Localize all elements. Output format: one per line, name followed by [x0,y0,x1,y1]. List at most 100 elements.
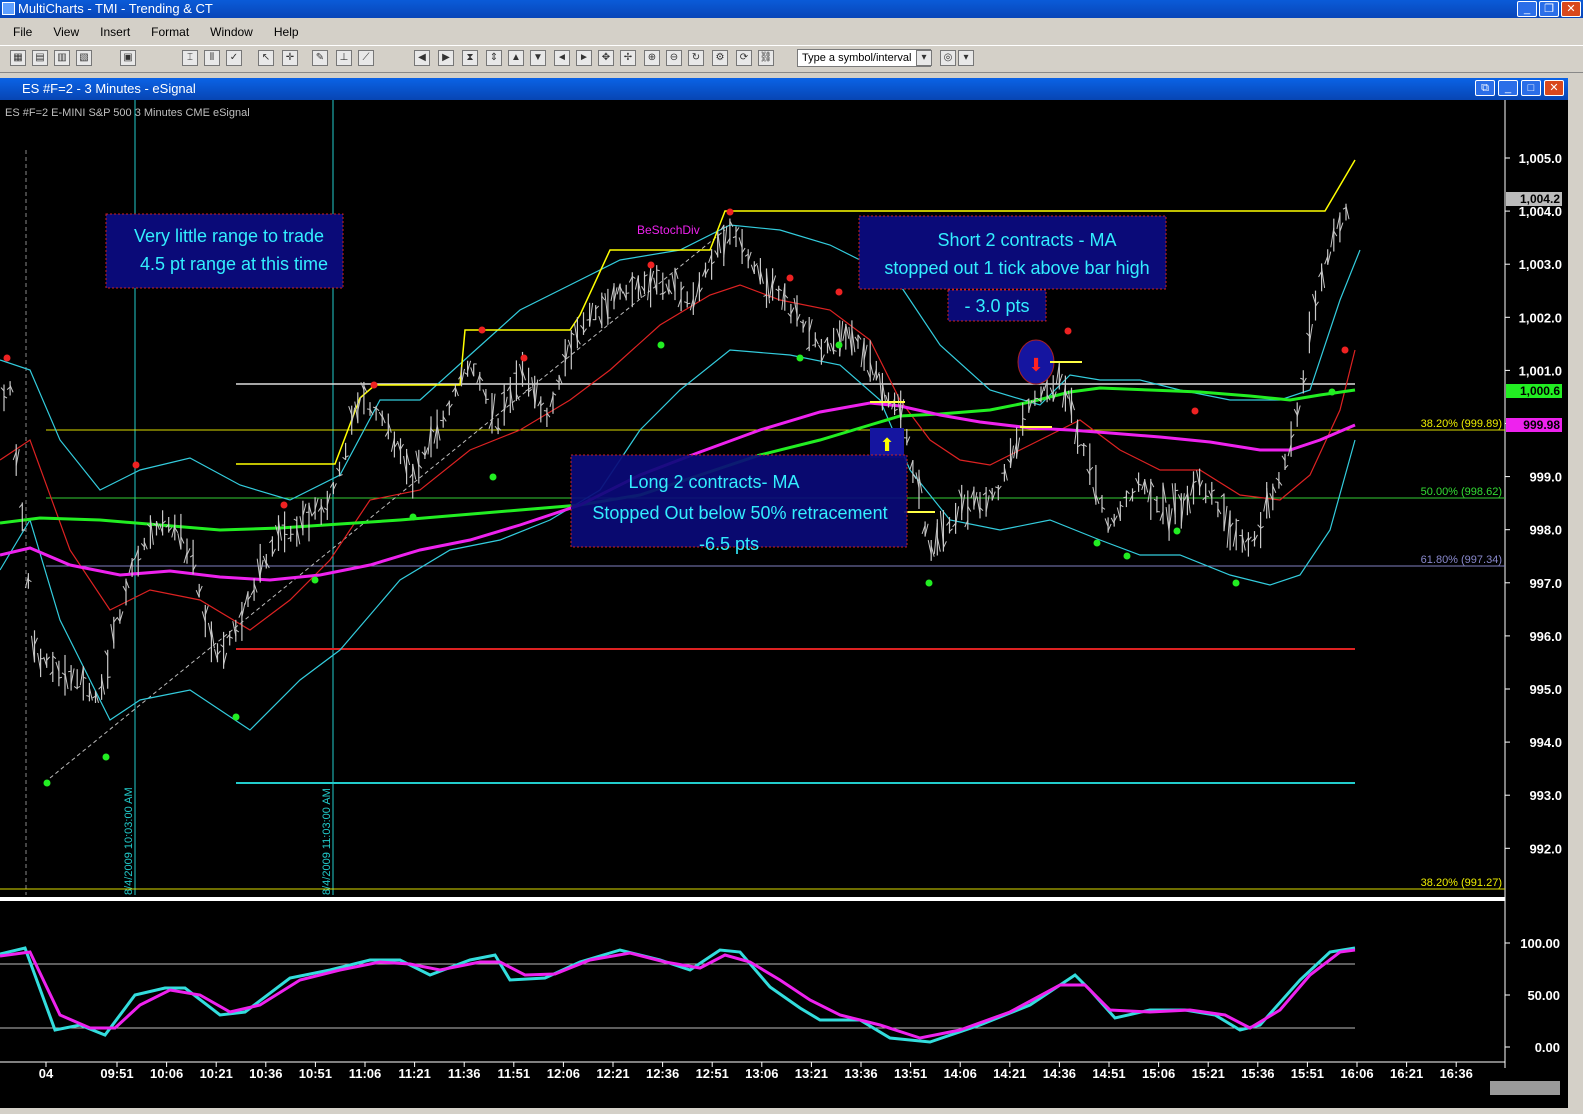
minimize-button[interactable]: _ [1517,1,1537,17]
refresh-icon[interactable]: ↻ [688,50,704,66]
move-up-icon[interactable]: ▲ [508,50,524,66]
annotation-long[interactable]: Long 2 contracts- MA Stopped Out below 5… [570,454,908,554]
chevron-down-icon[interactable]: ▾ [916,50,932,66]
workspace-icon[interactable]: ▣ [120,50,136,66]
annotation-short[interactable]: Short 2 contracts - MA stopped out 1 tic… [858,215,1167,290]
expand-icon[interactable]: ✥ [598,50,614,66]
restore-button[interactable]: ❐ [1539,1,1559,17]
red-signal-dot [520,354,528,362]
globe-icon[interactable]: ◎ [940,50,956,66]
price-tick-label: 998.0 [1529,523,1562,538]
osc-tick-label: 50.00 [1527,988,1560,1003]
new-scanner-icon[interactable]: ▤ [32,50,48,66]
compress-icon[interactable]: ⇕ [486,50,502,66]
menu-help[interactable]: Help [261,22,307,42]
menu-insert[interactable]: Insert [87,22,138,42]
reload-icon[interactable]: ⟳ [736,50,752,66]
bar-type-icon[interactable]: ⫴ [204,50,220,66]
pointer-icon[interactable]: ↖ [258,50,274,66]
new-dom-icon[interactable]: ▥ [54,50,70,66]
green-signal-dot [1173,527,1181,535]
move-left-icon[interactable]: ◄ [554,50,570,66]
green-signal-dot [835,341,843,349]
time-tick-label: 14:51 [1092,1066,1125,1081]
red-signal-dot [280,501,288,509]
menu-format[interactable]: Format [138,22,197,42]
menu-file[interactable]: File [0,22,40,42]
link-icon[interactable]: ⛓ [758,50,774,66]
green-signal-dot [1232,579,1240,587]
check-icon[interactable]: ✓ [226,50,242,66]
move-right-icon[interactable]: ► [576,50,592,66]
fib-label-38-low: 38.20% (991.27) [1421,877,1502,889]
app-icon [2,2,15,15]
new-chart-icon[interactable]: ▦ [10,50,26,66]
green-signal-dot [925,579,933,587]
ref-price-label: 999.98 [1523,418,1560,432]
comment-icon[interactable]: ✎ [312,50,328,66]
fib-label-50: 50.00% (998.62) [1421,486,1502,498]
crosshair-icon[interactable]: ✛ [282,50,298,66]
chart-detach-button[interactable]: ⧉ [1475,80,1495,96]
new-window-icon[interactable]: ▧ [76,50,92,66]
time-tick-label: 13:06 [745,1066,778,1081]
zoom-in-icon[interactable]: ⊕ [644,50,660,66]
move-down-icon[interactable]: ▼ [530,50,546,66]
menu-view[interactable]: View [40,22,87,42]
green-signal-dot [43,779,51,787]
globe-dropdown-icon[interactable]: ▾ [958,50,974,66]
time-tick-label: 10:36 [249,1066,282,1081]
red-signal-dot [370,381,378,389]
scroll-left-icon[interactable]: ◀ [414,50,430,66]
price-tick-label: 1,003.0 [1519,257,1562,272]
menu-window[interactable]: Window [197,22,261,42]
drawing-icon[interactable]: ⊥ [336,50,352,66]
vertical-marker-2-label: 8/4/2009 11:03:00 AM [321,788,333,895]
annotation-long-line3: -6.5 pts [699,534,759,554]
price-tick-label: 995.0 [1529,682,1562,697]
red-signal-dot [478,326,486,334]
green-signal-dot [409,513,417,521]
vertical-marker-1-label: 8/4/2009 10:03:00 AM [123,787,135,895]
price-chart[interactable]: ES #F=2 E-MINI S&P 500 3 Minutes CME eSi… [0,100,1568,1108]
chart-minimize-button[interactable]: _ [1498,80,1518,96]
strategy-icon[interactable]: ⚙ [712,50,728,66]
ma-price-label: 1,000.6 [1520,384,1560,398]
red-signal-dot [3,354,11,362]
time-tick-label: 12:21 [596,1066,629,1081]
price-bar-close [626,292,630,294]
green-signal-dot [311,576,319,584]
red-signal-dot [1341,346,1349,354]
chart-maximize-button[interactable]: □ [1521,80,1541,96]
time-tick-label: 16:06 [1340,1066,1373,1081]
chart-close-button[interactable]: ✕ [1544,80,1564,96]
red-signal-dot [1191,407,1199,415]
annotation-short-line2: stopped out 1 tick above bar high [884,258,1149,278]
trendline-icon[interactable]: ⟋ [358,50,374,66]
time-tick-label: 15:06 [1142,1066,1175,1081]
annotation-short-result[interactable]: - 3.0 pts [947,289,1047,322]
pan-icon[interactable]: ✢ [620,50,636,66]
time-tick-label: 10:06 [150,1066,183,1081]
symbol-input[interactable]: Type a symbol/interval [797,49,931,67]
pane-separator [0,897,1505,901]
toolbar: ▦ ▤ ▥ ▧ ▣ ⌶ ⫴ ✓ ↖ ✛ ✎ ⊥ ⟋ ◀ ▶ ⧗ ⇕ ▲ ▼ ◄ … [0,45,1583,73]
osc-axis: 100.00 50.00 0.00 [1505,936,1560,1055]
close-button[interactable]: ✕ [1561,1,1581,17]
red-signal-dot [726,208,734,216]
time-tick-label: 10:21 [200,1066,233,1081]
scroll-right-icon[interactable]: ▶ [438,50,454,66]
time-tick-label: 11:21 [398,1066,431,1081]
price-tick-label: 994.0 [1529,735,1562,750]
chart-title-bar: ES #F=2 - 3 Minutes - eSignal ⧉ _ □ ✕ [0,78,1568,100]
zoom-out-icon[interactable]: ⊖ [666,50,682,66]
hourglass-icon[interactable]: ⧗ [462,50,478,66]
cursor-mode-icon[interactable]: ⌶ [182,50,198,66]
annotation-range[interactable]: Very little range to trade 4.5 pt range … [105,213,344,289]
red-signal-dot [647,261,655,269]
horizontal-scroll-thumb[interactable] [1490,1081,1560,1095]
annotation-long-line2: Stopped Out below 50% retracement [592,503,887,523]
green-signal-dot [489,473,497,481]
price-tick-label: 1,005.0 [1519,151,1562,166]
time-tick-label: 12:06 [547,1066,580,1081]
